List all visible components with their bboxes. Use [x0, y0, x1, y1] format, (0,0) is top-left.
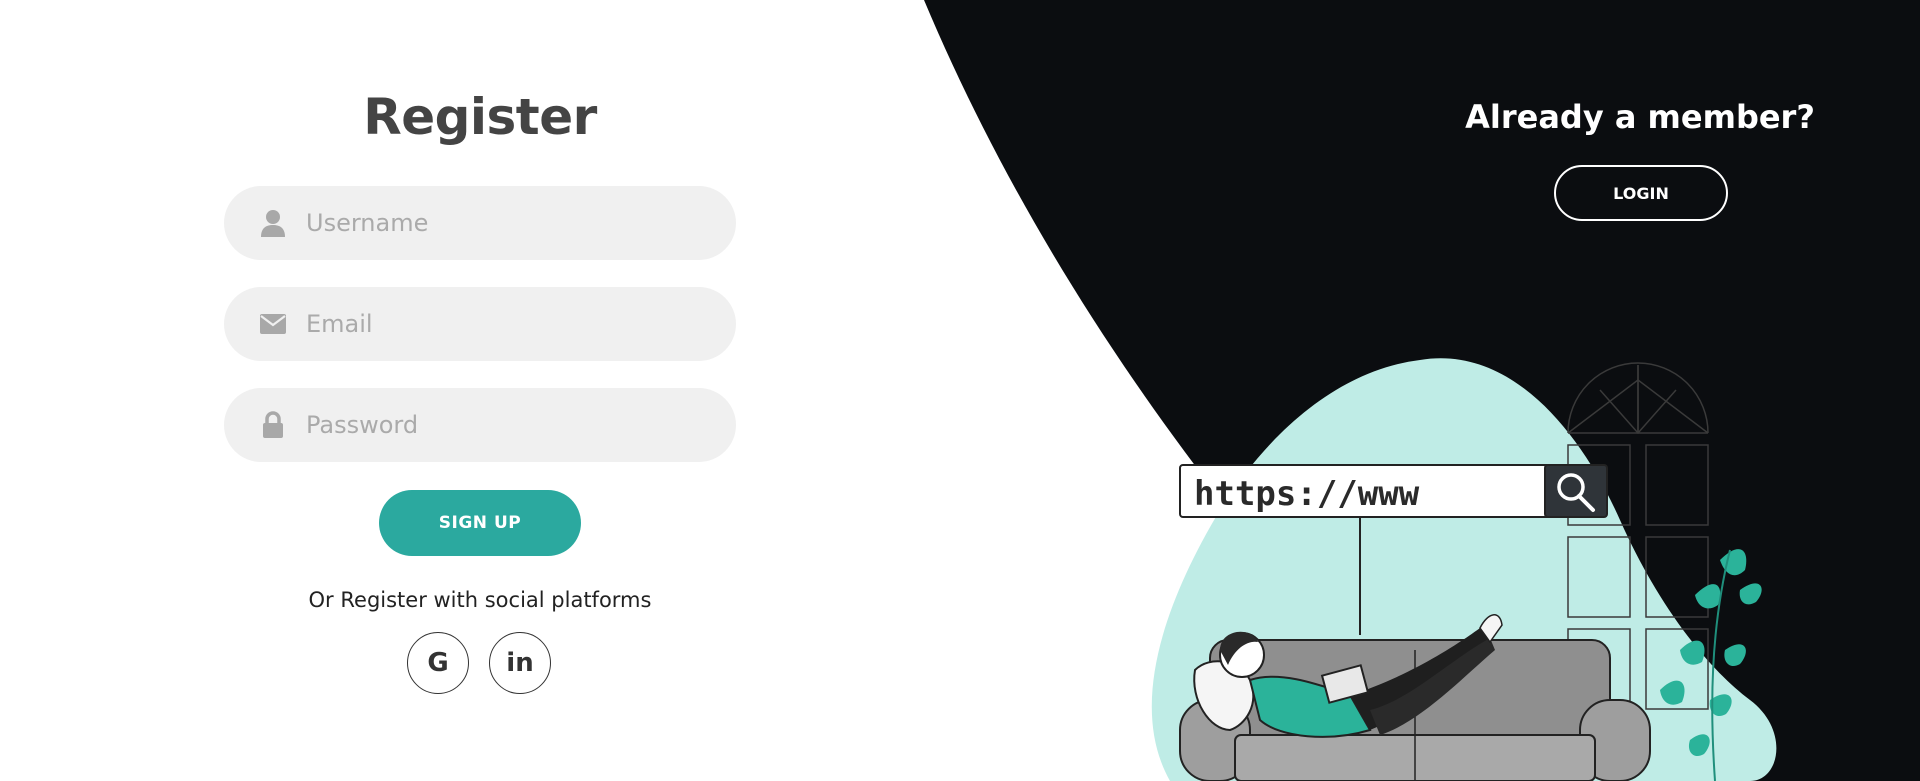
envelope-icon: [256, 307, 290, 341]
signup-button[interactable]: SIGN UP: [379, 490, 581, 556]
search-url-text: https://www: [1194, 474, 1420, 514]
email-input[interactable]: [306, 310, 686, 338]
login-button[interactable]: LOGIN: [1554, 165, 1728, 221]
social-buttons: G in: [407, 632, 551, 694]
page-title: Register: [363, 88, 597, 146]
linkedin-icon[interactable]: in: [489, 632, 551, 694]
social-register-text: Or Register with social platforms: [308, 588, 652, 612]
password-field[interactable]: [224, 388, 736, 462]
username-input[interactable]: [306, 209, 686, 237]
panel-title: Already a member?: [1465, 98, 1815, 136]
lock-icon: [256, 408, 290, 442]
google-icon[interactable]: G: [407, 632, 469, 694]
illustration: https://www: [1151, 358, 1777, 781]
email-field[interactable]: [224, 287, 736, 361]
username-field[interactable]: [224, 186, 736, 260]
user-icon: [256, 206, 290, 240]
password-input[interactable]: [306, 411, 686, 439]
